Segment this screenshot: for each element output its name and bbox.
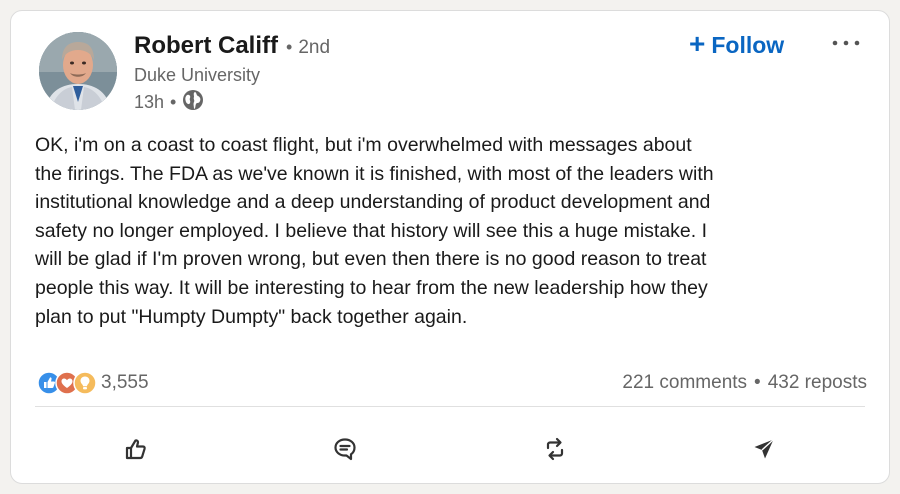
connection-degree: 2nd — [298, 37, 331, 58]
post-card: Robert Califf • 2nd Duke University 13h … — [10, 10, 890, 484]
reaction-icons — [37, 371, 99, 395]
repost-icon — [546, 437, 563, 461]
author-name[interactable]: Robert Califf — [134, 32, 278, 60]
action-bar — [31, 421, 869, 477]
post-timestamp[interactable]: 13h — [134, 92, 164, 113]
social-counts: 221 comments • 432 reposts — [622, 369, 867, 397]
comment-icon — [334, 438, 356, 461]
insightful-icon — [73, 371, 97, 395]
reactions-summary[interactable]: 3,555 — [37, 369, 149, 397]
reposts-count[interactable]: 432 reposts — [768, 372, 867, 394]
separator-dot: • — [754, 372, 761, 393]
follow-button[interactable]: + Follow — [689, 29, 784, 61]
like-button[interactable] — [76, 425, 196, 473]
divider — [35, 406, 865, 407]
separator-dot: • — [170, 91, 177, 112]
avatar[interactable] — [39, 32, 117, 110]
comments-count[interactable]: 221 comments — [622, 372, 747, 394]
comment-button[interactable] — [285, 425, 405, 473]
author-headline: Duke University — [134, 65, 261, 85]
globe-icon — [182, 89, 204, 116]
follow-label: Follow — [711, 31, 785, 58]
reaction-count: 3,555 — [101, 372, 149, 393]
post-text: OK, i'm on a coast to coast flight, but … — [35, 134, 714, 328]
ellipsis-icon — [832, 40, 860, 46]
plus-icon: + — [689, 27, 706, 59]
separator-dot: • — [286, 37, 293, 57]
avatar-photo — [39, 32, 117, 110]
send-button[interactable] — [704, 425, 824, 473]
more-options-button[interactable] — [829, 33, 863, 53]
post-meta: 13h • — [134, 89, 204, 116]
send-icon — [754, 438, 775, 459]
thumbs-up-icon — [125, 439, 146, 460]
repost-button[interactable] — [495, 425, 615, 473]
author-line: Robert Califf • 2nd — [134, 32, 330, 62]
